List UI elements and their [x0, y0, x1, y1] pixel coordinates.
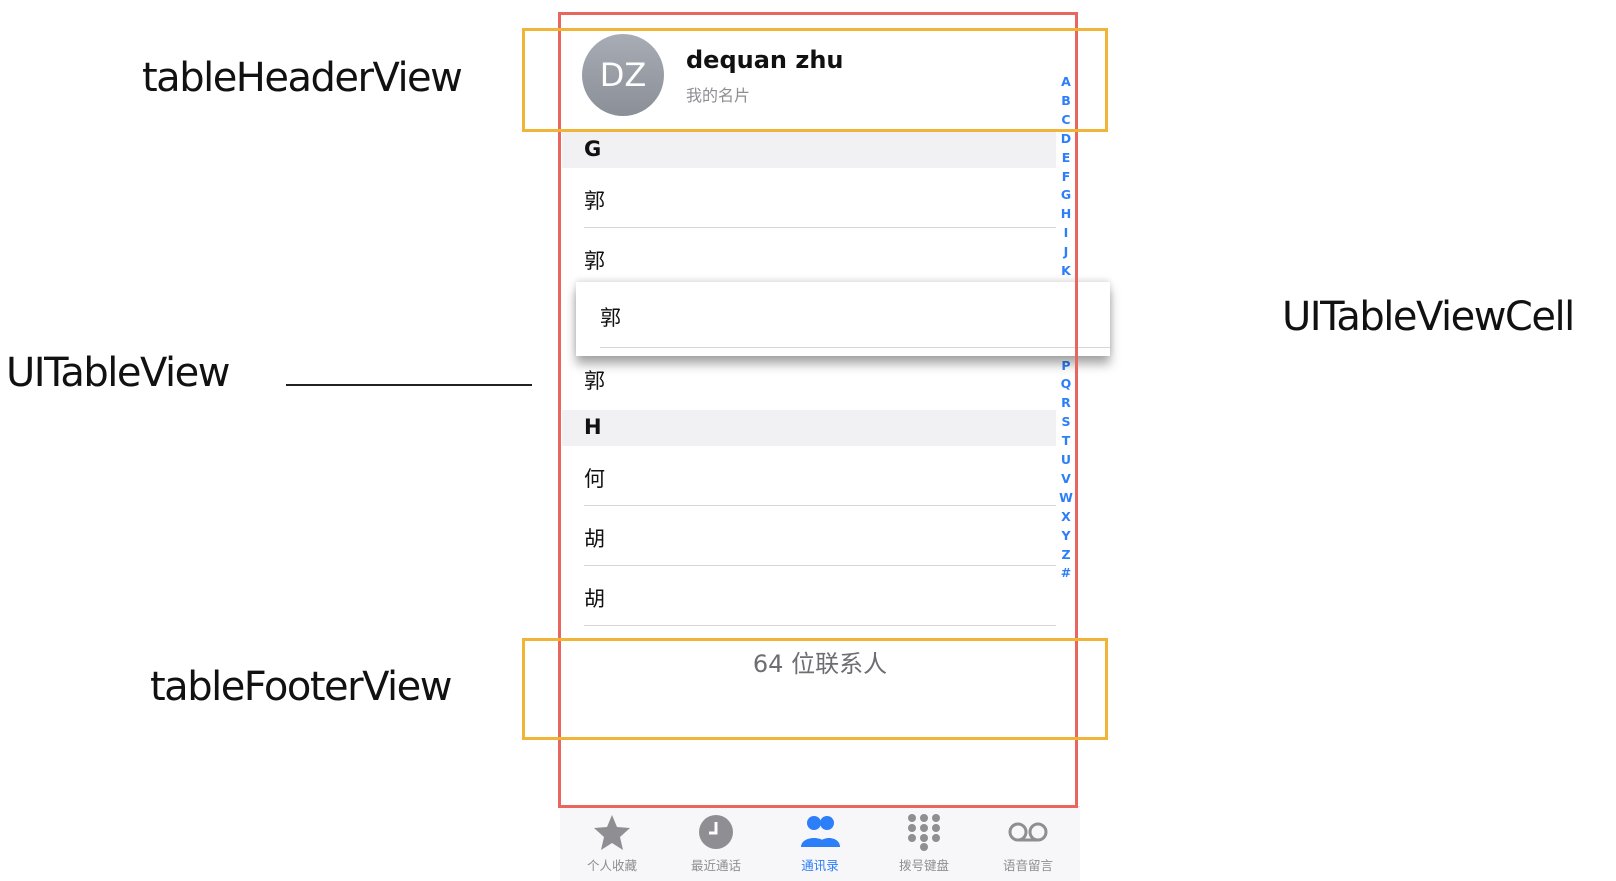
table-view-leader-line [286, 384, 532, 386]
table-view-cell-label: UITableViewCell [1282, 294, 1575, 340]
table-header-view-outline [522, 28, 1108, 132]
table-footer-view-outline [522, 638, 1108, 740]
voicemail-icon [1008, 822, 1048, 842]
tab-label: 最近通话 [690, 858, 741, 873]
table-view-label: UITableView [6, 350, 230, 396]
star-icon [594, 815, 630, 850]
contacts-icon [801, 816, 840, 847]
tab-label: 个人收藏 [586, 858, 637, 873]
tab-label: 语音留言 [1002, 858, 1053, 873]
table-header-view-label: tableHeaderView [142, 55, 463, 101]
tab-label: 拨号键盘 [898, 858, 949, 873]
keypad-icon [908, 814, 940, 851]
tab-label: 通讯录 [801, 858, 839, 873]
table-footer-view-label: tableFooterView [150, 664, 453, 710]
clock-icon [699, 815, 733, 849]
